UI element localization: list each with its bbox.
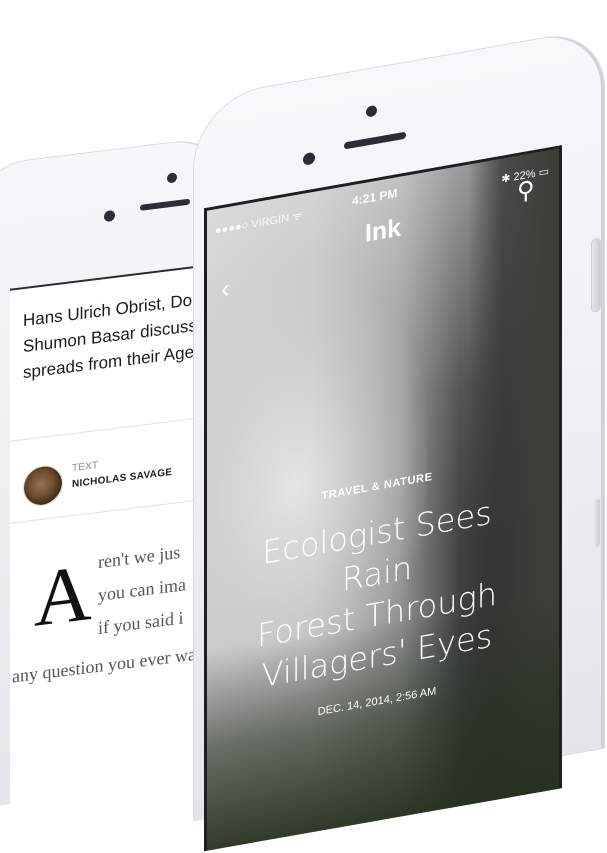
front-phone: ●●●●○ VIRGIN ᯤ 4:21 PM ✱ 22% ▭ Ink ‹ ⚲ T…	[194, 26, 607, 852]
back-phone-screen: Hans Ulrich Obrist, Doug Shumon Basar di…	[10, 266, 194, 811]
body-text-line: if you said i	[98, 607, 184, 638]
body-text-line: you can ima	[98, 574, 186, 605]
back-icon[interactable]: ‹	[221, 273, 230, 306]
body-text-line: ren't we jus	[98, 541, 181, 572]
power-button[interactable]	[592, 238, 600, 312]
author-kind-label: TEXT	[72, 459, 99, 475]
front-phone-screen: ●●●●○ VIRGIN ᯤ 4:21 PM ✱ 22% ▭ Ink ‹ ⚲ T…	[204, 145, 562, 852]
side-button[interactable]	[594, 498, 600, 548]
status-time: 4:21 PM	[352, 186, 398, 209]
article-headline[interactable]: Hans Ulrich Obrist, Doug Shumon Basar di…	[23, 271, 194, 386]
divider	[10, 418, 194, 442]
body-text-line: any question you ever wa	[12, 643, 194, 687]
author-avatar[interactable]	[24, 464, 62, 508]
drop-cap: A	[34, 548, 92, 644]
search-icon[interactable]: ⚲	[517, 175, 535, 207]
